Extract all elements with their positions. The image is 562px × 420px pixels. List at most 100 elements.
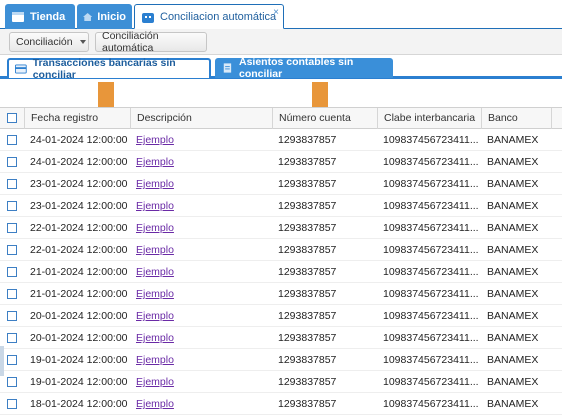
cell-numero-cuenta: 1293837857 (278, 288, 337, 300)
cell-banco: BANAMEX (487, 288, 539, 300)
top-tab-bar: Tienda Inicio Conciliacion automática × (0, 0, 562, 29)
cell-fecha-registro: 21-01-2024 12:00:00 (30, 266, 128, 278)
conciliacion-automatica-button-label: Conciliación automática (102, 30, 159, 54)
row-checkbox[interactable] (7, 355, 17, 366)
cell-descripcion: Ejemplo (130, 239, 272, 261)
cell-descripcion: Ejemplo (130, 393, 272, 415)
table-row[interactable]: 20-01-2024 12:00:00 Ejemplo 1293837857 1098… (0, 305, 562, 327)
cell-clabe-interbancaria: 109837456723411... (383, 332, 479, 344)
header-numero-cuenta[interactable]: Número cuenta (272, 108, 377, 129)
cell-numero-cuenta: 1293837857 (278, 134, 337, 146)
row-checkbox[interactable] (7, 333, 17, 344)
row-checkbox[interactable] (7, 311, 17, 322)
cell-fecha-registro: 19-01-2024 12:00:00 (30, 376, 128, 388)
bank-card-icon (15, 64, 27, 74)
cell-fecha-registro: 20-01-2024 12:00:00 (30, 310, 128, 322)
table-row[interactable]: 23-01-2024 12:00:00 Ejemplo 1293837857 1098… (0, 195, 562, 217)
header-fecha-registro[interactable]: Fecha registro (24, 108, 130, 129)
descripcion-link[interactable]: Ejemplo (136, 200, 174, 212)
table-row[interactable]: 24-01-2024 12:00:00 Ejemplo 1293837857 1098… (0, 151, 562, 173)
row-select-cell (0, 195, 24, 217)
cell-banco: BANAMEX (487, 134, 539, 146)
select-all-cell (0, 108, 24, 129)
cell-fecha-registro: 23-01-2024 12:00:00 (30, 178, 128, 190)
table-row[interactable]: 19-01-2024 12:00:00 Ejemplo 1293837857 1098… (0, 371, 562, 393)
highlight-marker-transacciones (98, 82, 114, 112)
header-clabe-interbancaria[interactable]: Clabe interbancaria (377, 108, 481, 129)
store-icon (12, 11, 24, 22)
descripcion-link[interactable]: Ejemplo (136, 332, 174, 344)
descripcion-link[interactable]: Ejemplo (136, 266, 174, 278)
row-checkbox[interactable] (7, 135, 17, 146)
close-icon[interactable]: × (273, 7, 279, 18)
tab-inicio[interactable]: Inicio (77, 4, 132, 29)
tab-tienda[interactable]: Tienda (5, 4, 75, 29)
row-select-cell (0, 239, 24, 261)
row-checkbox[interactable] (7, 289, 17, 300)
cell-banco: BANAMEX (487, 156, 539, 168)
tab-conciliacion-automatica[interactable]: Conciliacion automática × (134, 4, 284, 29)
tab-transacciones-bancarias[interactable]: Transacciones bancarias sin conciliar (7, 57, 211, 81)
select-all-checkbox[interactable] (7, 113, 17, 123)
row-checkbox[interactable] (7, 157, 17, 168)
cell-numero-cuenta: 1293837857 (278, 332, 337, 344)
descripcion-link[interactable]: Ejemplo (136, 398, 174, 410)
row-checkbox[interactable] (7, 267, 17, 278)
table-row[interactable]: 19-01-2024 12:00:00 Ejemplo 1293837857 1098… (0, 349, 562, 371)
descripcion-link[interactable]: Ejemplo (136, 222, 174, 234)
cell-fecha-registro: 22-01-2024 12:00:00 (30, 244, 128, 256)
table-row[interactable]: 21-01-2024 12:00:00 Ejemplo 1293837857 1098… (0, 261, 562, 283)
table-row[interactable]: 23-01-2024 12:00:00 Ejemplo 1293837857 1098… (0, 173, 562, 195)
descripcion-link[interactable]: Ejemplo (136, 156, 174, 168)
cell-clabe-interbancaria: 109837456723411... (383, 266, 479, 278)
cell-banco: BANAMEX (487, 376, 539, 388)
descripcion-link[interactable]: Ejemplo (136, 244, 174, 256)
table-row[interactable]: 22-01-2024 12:00:00 Ejemplo 1293837857 1098… (0, 217, 562, 239)
cell-numero-cuenta: 1293837857 (278, 156, 337, 168)
cell-banco: BANAMEX (487, 332, 539, 344)
row-checkbox[interactable] (7, 179, 17, 190)
conciliacion-automatica-button[interactable]: Conciliación automática (95, 30, 207, 54)
tab-asientos-contables[interactable]: Asientos contables sin conciliar (215, 56, 393, 80)
sub-tab-bar: Transacciones bancarias sin conciliar As… (0, 55, 562, 81)
cell-numero-cuenta: 1293837857 (278, 178, 337, 190)
cell-descripcion: Ejemplo (130, 217, 272, 239)
row-select-cell (0, 151, 24, 173)
cell-numero-cuenta: 1293837857 (278, 310, 337, 322)
tab-transacciones-label: Transacciones bancarias sin conciliar (32, 57, 176, 81)
table-row[interactable]: 24-01-2024 12:00:00 Ejemplo 1293837857 1098… (0, 129, 562, 151)
table-row[interactable]: 21-01-2024 12:00:00 Ejemplo 1293837857 1098… (0, 283, 562, 305)
conciliacion-button-label: Conciliación (16, 36, 73, 48)
row-checkbox[interactable] (7, 377, 17, 388)
cell-fecha-registro: 24-01-2024 12:00:00 (30, 156, 128, 168)
cell-descripcion: Ejemplo (130, 371, 272, 393)
row-select-cell (0, 393, 24, 415)
descripcion-link[interactable]: Ejemplo (136, 134, 174, 146)
descripcion-link[interactable]: Ejemplo (136, 178, 174, 190)
table-row[interactable]: 18-01-2024 12:00:00 Ejemplo 1293837857 1098… (0, 393, 562, 415)
cell-numero-cuenta: 1293837857 (278, 222, 337, 234)
cell-descripcion: Ejemplo (130, 305, 272, 327)
cell-descripcion: Ejemplo (130, 129, 272, 151)
header-descripcion[interactable]: Descripción (130, 108, 272, 129)
row-checkbox[interactable] (7, 245, 17, 256)
descripcion-link[interactable]: Ejemplo (136, 310, 174, 322)
descripcion-link[interactable]: Ejemplo (136, 376, 174, 388)
descripcion-link[interactable]: Ejemplo (136, 354, 174, 366)
row-checkbox[interactable] (7, 399, 17, 410)
cell-banco: BANAMEX (487, 398, 539, 410)
row-select-cell (0, 173, 24, 195)
table-row[interactable]: 20-01-2024 12:00:00 Ejemplo 1293837857 1098… (0, 327, 562, 349)
cell-clabe-interbancaria: 109837456723411... (383, 288, 479, 300)
cell-descripcion: Ejemplo (130, 349, 272, 371)
header-banco[interactable]: Banco (481, 108, 551, 129)
row-checkbox[interactable] (7, 223, 17, 234)
cell-fecha-registro: 18-01-2024 12:00:00 (30, 398, 128, 410)
row-checkbox[interactable] (7, 201, 17, 212)
table-row[interactable]: 22-01-2024 12:00:00 Ejemplo 1293837857 1098… (0, 239, 562, 261)
row-select-cell (0, 283, 24, 305)
cell-clabe-interbancaria: 109837456723411... (383, 178, 479, 190)
descripcion-link[interactable]: Ejemplo (136, 288, 174, 300)
splitter-handle[interactable] (0, 346, 4, 376)
conciliacion-dropdown-button[interactable]: Conciliación (9, 32, 89, 52)
